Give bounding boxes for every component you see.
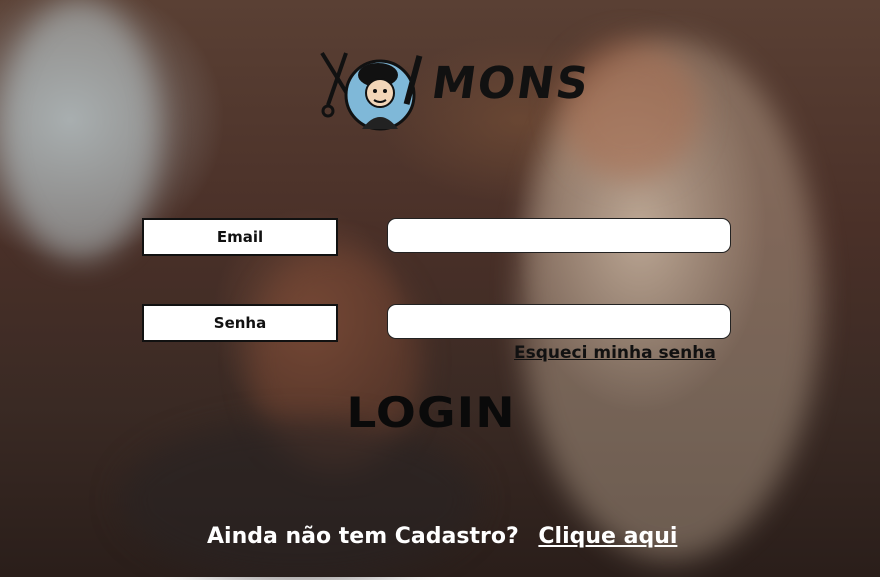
password-field[interactable] (387, 304, 731, 339)
signup-prompt-text: Ainda não tem Cadastro? (207, 524, 519, 549)
barber-mascot-icon (320, 51, 423, 131)
forgot-password-link[interactable]: Esqueci minha senha (514, 343, 716, 363)
password-label: Senha (142, 304, 338, 342)
email-field[interactable] (387, 218, 731, 253)
signup-link[interactable]: Clique aqui (538, 524, 677, 549)
email-label: Email (142, 218, 338, 256)
signup-prompt-row: Ainda não tem Cadastro? Clique aqui (207, 524, 677, 549)
brand-logo-text: MONS (428, 58, 594, 109)
login-button[interactable]: LOGIN (318, 388, 544, 437)
